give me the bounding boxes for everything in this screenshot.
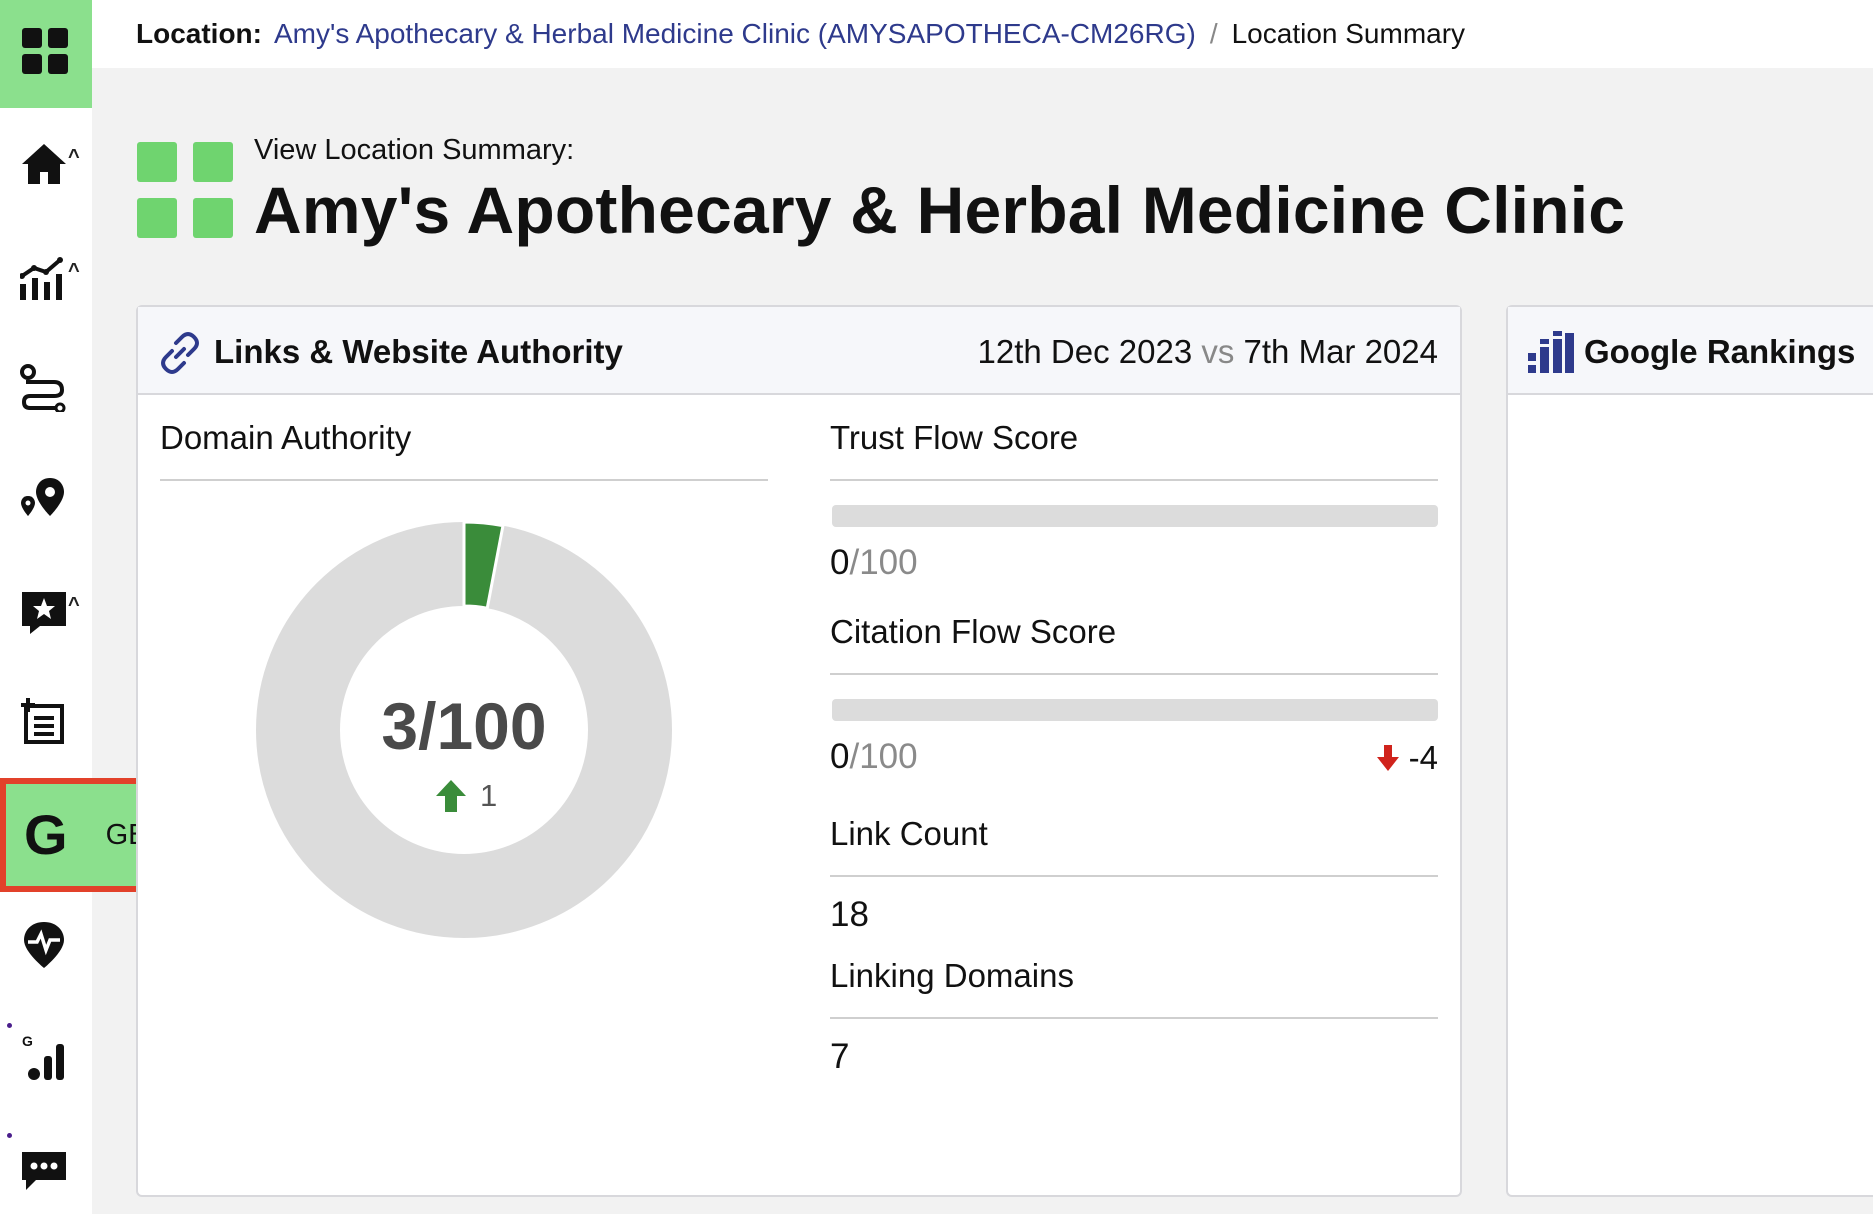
breadcrumb-label: Location:	[136, 18, 262, 49]
svg-text:G: G	[22, 1033, 33, 1049]
arrow-down-icon	[1376, 745, 1399, 771]
analytics-chart-icon	[20, 257, 63, 300]
sidebar-item-home[interactable]: ^	[0, 128, 92, 198]
vs-label: vs	[1201, 333, 1235, 370]
breadcrumb-separator: /	[1209, 18, 1218, 49]
trust-flow-value: 0	[830, 543, 850, 582]
google-rankings-icon: G	[22, 1033, 64, 1080]
sidebar-item-chat[interactable]	[0, 1134, 92, 1204]
chat-icon	[22, 1152, 66, 1190]
health-pin-icon	[24, 922, 64, 968]
location-summary-logo-icon	[137, 142, 233, 238]
domain-authority-delta-value: 1	[480, 778, 498, 813]
breadcrumb-location-link[interactable]: Amy's Apothecary & Herbal Medicine Clini…	[274, 18, 1196, 50]
linking-domains-value: 7	[830, 1037, 850, 1076]
link-icon	[161, 332, 199, 374]
sidebar-dashboard-button[interactable]	[0, 0, 92, 108]
sidebar-item-list[interactable]	[0, 686, 92, 756]
date-to: 7th Mar 2024	[1243, 333, 1438, 370]
citation-flow-delta: -4	[1376, 739, 1438, 777]
link-count-title: Link Count	[830, 815, 988, 852]
date-comparison: 12th Dec 2023 vs 7th Mar 2024	[978, 333, 1438, 371]
domain-authority-score: 3/100	[381, 689, 547, 763]
divider	[830, 875, 1438, 877]
divider	[830, 673, 1438, 675]
home-icon	[22, 144, 66, 184]
sidebar-item-route[interactable]	[0, 352, 92, 422]
chevron-up-icon: ^	[68, 146, 80, 168]
sidebar-item-google-rankings[interactable]: G	[0, 1020, 92, 1090]
sidebar-item-locations[interactable]	[0, 464, 92, 534]
page-title: Amy's Apothecary & Herbal Medicine Clini…	[254, 173, 1626, 247]
domain-authority-donut: 3/100 1	[254, 520, 674, 940]
domain-authority-title: Domain Authority	[160, 419, 412, 456]
sidebar-item-analytics[interactable]: ^	[0, 242, 92, 312]
citation-flow-max: /100	[849, 737, 918, 776]
citation-flow-delta-value: -4	[1408, 739, 1438, 776]
citation-flow-bar	[832, 699, 1438, 721]
card-header: Google Rankings	[1508, 307, 1873, 395]
chevron-up-icon: ^	[68, 260, 80, 282]
arrow-up-icon	[436, 780, 466, 812]
route-icon	[20, 364, 66, 412]
citation-flow-value: 0	[830, 737, 850, 776]
linking-domains-title: Linking Domains	[830, 957, 1074, 994]
link-count-value: 18	[830, 895, 869, 934]
trust-flow-score: 0/100	[830, 543, 918, 583]
trust-flow-title: Trust Flow Score	[830, 419, 1079, 456]
divider	[160, 479, 768, 481]
citation-flow-title: Citation Flow Score	[830, 613, 1117, 650]
date-from: 12th Dec 2023	[977, 333, 1193, 370]
domain-authority-delta: 1	[436, 778, 497, 814]
trust-flow-max: /100	[849, 543, 918, 582]
card-title: Links & Website Authority	[214, 333, 623, 370]
divider	[830, 1017, 1438, 1019]
divider	[830, 479, 1438, 481]
bar-chart-icon	[1528, 331, 1574, 373]
google-g-icon: G	[24, 803, 68, 866]
card-title: Google Rankings	[1584, 333, 1856, 370]
sidebar-item-health[interactable]	[0, 908, 92, 978]
sidebar: ^ ^ ^ G	[0, 0, 92, 1214]
card-header: Links & Website Authority 12th Dec 2023 …	[138, 307, 1460, 395]
dashboard-grid-icon	[22, 28, 68, 74]
chevron-up-icon: ^	[68, 594, 80, 616]
trust-flow-bar	[832, 505, 1438, 527]
reviews-star-icon	[22, 592, 66, 634]
breadcrumb: Location: Amy's Apothecary & Herbal Medi…	[92, 0, 1873, 68]
google-rankings-card: Google Rankings	[1506, 305, 1873, 1197]
citation-flow-score: 0/100	[830, 737, 918, 777]
sidebar-item-reviews[interactable]: ^	[0, 576, 92, 646]
breadcrumb-current: Location Summary	[1231, 18, 1466, 49]
page-subtitle: View Location Summary:	[254, 134, 575, 166]
list-add-icon	[21, 698, 64, 744]
map-pins-icon	[21, 478, 64, 516]
